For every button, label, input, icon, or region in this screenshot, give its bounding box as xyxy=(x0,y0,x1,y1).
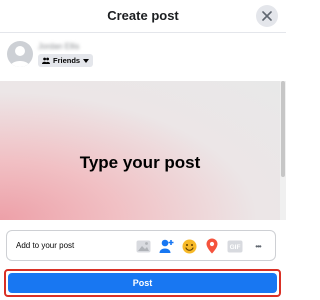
default-avatar-icon xyxy=(10,46,30,67)
post-button-label: Post xyxy=(132,278,153,288)
feeling-button[interactable] xyxy=(180,237,198,255)
gif-text: GIF xyxy=(230,244,241,251)
friends-icon xyxy=(42,57,50,64)
photo-video-icon xyxy=(136,240,150,252)
attachment-icons: GIF ••• xyxy=(134,237,267,255)
close-button[interactable] xyxy=(256,5,278,27)
check-in-button[interactable] xyxy=(203,237,221,255)
audience-selector[interactable]: Friends xyxy=(38,54,94,67)
gif-button[interactable]: GIF xyxy=(226,237,244,255)
caret-down-icon xyxy=(83,58,90,63)
audience-label: Friends xyxy=(53,56,81,65)
feeling-icon xyxy=(182,239,196,253)
add-to-post-bar: Add to your post GIF ••• xyxy=(6,230,276,261)
gif-icon: GIF xyxy=(227,240,243,252)
add-to-post-label: Add to your post xyxy=(16,241,75,250)
photo-video-button[interactable] xyxy=(134,237,152,255)
avatar xyxy=(7,41,33,67)
post-button-highlight: Post xyxy=(4,269,281,297)
scrollbar-thumb[interactable] xyxy=(281,81,285,177)
post-button[interactable]: Post xyxy=(8,273,277,293)
composer-scrollbar[interactable] xyxy=(280,81,286,220)
check-in-icon xyxy=(206,238,218,254)
dialog-title: Create post xyxy=(107,8,179,23)
more-icon: ••• xyxy=(255,241,261,251)
post-placeholder: Type your post xyxy=(79,153,201,172)
close-icon xyxy=(262,11,272,21)
more-options-button[interactable]: ••• xyxy=(249,237,267,255)
post-text-area[interactable]: Type your post xyxy=(0,81,280,220)
user-name: Jordan Ellis xyxy=(38,42,80,51)
user-row: Jordan Ellis Friends xyxy=(7,41,207,69)
dialog-header: Create post xyxy=(0,0,286,33)
tag-people-button[interactable] xyxy=(157,237,175,255)
tag-people-icon xyxy=(159,239,173,253)
